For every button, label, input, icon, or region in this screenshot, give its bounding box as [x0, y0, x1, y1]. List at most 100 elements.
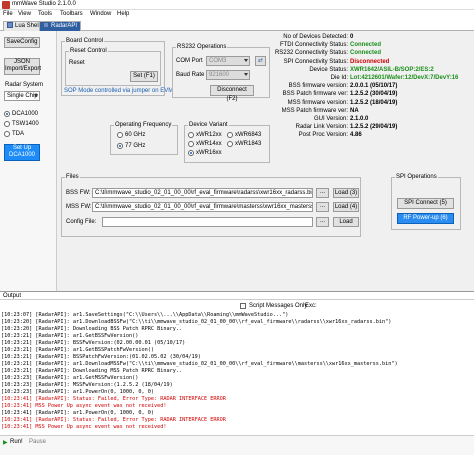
menu-window[interactable]: Window: [90, 11, 111, 17]
mss-fw-label: MSS FW:: [66, 204, 92, 210]
tab-label: RadarAPI: [51, 23, 78, 29]
files-group: Files BSS FW: C:\ti\mmwave_studio_02_01_…: [61, 174, 361, 237]
status-label: BSS firmware version:: [288, 83, 348, 90]
files-title: Files: [65, 174, 80, 180]
chevron-down-icon: [244, 59, 248, 62]
log-text: [RadarAPI]: MSSFwVersion:(1.2.5.2 (18/04…: [35, 382, 173, 388]
spi-operations-group: SPI Operations SPI Connect (5) RF Power-…: [391, 174, 461, 230]
device-radio-tsw1400[interactable]: [4, 121, 10, 127]
bss-browse-button[interactable]: ...: [316, 188, 329, 198]
menu-toolbars[interactable]: Toolbars: [60, 11, 83, 17]
device-label-tsw1400: TSW1400: [12, 121, 39, 127]
variant-radio-xwr6843[interactable]: [227, 132, 233, 138]
spi-connect-button[interactable]: SPI Connect (5): [397, 198, 454, 209]
log-time: [10:23:41]: [1, 417, 33, 423]
log-time: [10:23:20]: [1, 326, 33, 332]
log-time: [10:23:23]: [1, 375, 33, 381]
mss-browse-button[interactable]: ...: [316, 202, 329, 212]
variant-label-xwr16xx: xWR16xx: [196, 150, 222, 156]
log-text: MSS Power Up async event was not receive…: [35, 403, 167, 409]
pause-button[interactable]: Pause: [29, 439, 46, 445]
log-time: [10:23:41]: [1, 424, 33, 430]
status-label: FTDI Connectivity Status:: [279, 42, 348, 49]
config-file-label: Config File:: [66, 219, 97, 225]
log-line: [10:23:07] [RadarAPI]: ar1.SaveSettings(…: [0, 312, 474, 319]
variant-radio-xwr12xx[interactable]: [188, 132, 194, 138]
output-panel: Script Messages Only Exc: [10:23:07] [Ra…: [0, 300, 474, 445]
operating-frequency-group: Operating Frequency 60 GHz 77 GHz: [110, 122, 178, 155]
log-text: [RadarAPI]: Status: Failed, Error Type: …: [35, 396, 226, 402]
output-title: Output: [3, 293, 22, 299]
config-load-button[interactable]: Load: [333, 217, 359, 227]
log-line: [10:23:23] [RadarAPI]: ar1.PowerOn(0, 10…: [0, 389, 474, 396]
status-label: SPI Connectivity Status:: [283, 58, 348, 65]
log-time: [10:23:23]: [1, 389, 33, 395]
log-line: [10:23:21] [RadarAPI]: BSSPatchFwVersion…: [0, 354, 474, 361]
status-label: MSS Patch firmware ver:: [281, 107, 348, 114]
script-messages-checkbox[interactable]: [240, 303, 246, 309]
rs232-group: RS232 Operations COM Port COM3 ⇄ Baud Ra…: [172, 44, 270, 102]
board-control-group: Board Control Reset Control Reset Set (F…: [61, 38, 173, 96]
chevron-down-icon: [34, 94, 38, 97]
log-time: [10:23:23]: [1, 382, 33, 388]
radar-system-select[interactable]: Single Chip: [4, 91, 40, 101]
bss-fw-label: BSS FW:: [66, 190, 91, 196]
save-config-button[interactable]: SaveConfig: [4, 37, 40, 48]
status-value: 4.86: [350, 132, 362, 139]
log-line: [10:23:21] [RadarAPI]: Downloading MSS P…: [0, 368, 474, 375]
reset-control-title: Reset Control: [69, 48, 108, 54]
status-label: MSS firmware version:: [287, 99, 348, 106]
tab-radar-api[interactable]: RadarAPI: [39, 21, 82, 31]
log-text: [RadarAPI]: ar1.GetBSSFwVersion(): [35, 333, 139, 339]
setup-dca1000-button[interactable]: Set Up DCA1000: [4, 144, 40, 161]
log-line: [10:23:21] [RadarAPI]: ar1.GetBSSFwVersi…: [0, 333, 474, 340]
log-text: [RadarAPI]: ar1.GetBSSPatchFwVersion(): [35, 347, 155, 353]
log-text: [RadarAPI]: ar1.SaveSettings("C:\\Users\…: [35, 312, 289, 318]
rs232-title: RS232 Operations: [176, 44, 228, 50]
window-title: mmWave Studio 2.1.0.0: [12, 1, 76, 7]
status-value: 2.1.0.0: [350, 116, 369, 122]
status-value: 2.0.0.1 (05/10/17): [350, 83, 398, 90]
frequency-radio-77ghz[interactable]: [117, 143, 123, 149]
com-port-select[interactable]: COM3: [206, 56, 250, 66]
frequency-radio-60ghz[interactable]: [117, 132, 123, 138]
log-text: [RadarAPI]: ar1.DownloadMSSFw("C:\\ti\\m…: [35, 361, 398, 367]
json-import-export-button[interactable]: JSON Import/Export: [4, 58, 41, 75]
mss-fw-path-field[interactable]: C:\ti\mmwave_studio_02_01_00_00\rf_eval_…: [92, 202, 313, 212]
rf-power-up-button[interactable]: RF Power-up (6): [397, 213, 454, 224]
disconnect-button[interactable]: Disconnect (F2): [210, 85, 254, 102]
status-value: 1.2.5.2 (18/04/19): [350, 99, 398, 106]
baud-rate-label: Baud Rate: [176, 72, 205, 78]
status-value: NA: [350, 107, 359, 114]
menu-help[interactable]: Help: [117, 11, 129, 17]
tab-label: Lua Shell: [15, 23, 41, 29]
device-variant-title: Device Variant: [188, 122, 229, 128]
set-button[interactable]: Set (F1): [130, 71, 158, 82]
log-time: [10:23:07]: [1, 312, 33, 318]
device-label-tda: TDA: [12, 131, 24, 137]
menu-view[interactable]: View: [18, 11, 31, 17]
log-text: [RadarAPI]: ar1.PowerOn(0, 1000, 0, 0): [35, 410, 155, 416]
status-value: Connected: [350, 42, 382, 49]
menu-file[interactable]: File: [3, 11, 13, 17]
exec-label: Exc:: [305, 303, 317, 309]
tab-lua-shell[interactable]: Lua Shell: [3, 21, 45, 31]
menu-tools[interactable]: Tools: [38, 11, 52, 17]
device-radio-dca1000[interactable]: [4, 111, 10, 117]
run-button[interactable]: Run!: [10, 439, 23, 445]
mss-load-button[interactable]: Load (4): [333, 202, 359, 212]
log-time: [10:23:21]: [1, 347, 33, 353]
refresh-com-button[interactable]: ⇄: [255, 56, 266, 66]
device-radio-tda[interactable]: [4, 131, 10, 137]
status-label: Radar Link Version:: [295, 124, 348, 131]
log-text: [RadarAPI]: Downloading MSS Patch RPRC B…: [35, 368, 183, 374]
status-label: Die Id:: [330, 75, 348, 81]
config-file-path-field[interactable]: [102, 217, 313, 227]
config-browse-button[interactable]: ...: [316, 217, 329, 227]
baud-rate-select[interactable]: 921600: [206, 70, 250, 80]
bss-load-button[interactable]: Load (3): [333, 188, 359, 198]
bss-fw-path-field[interactable]: C:\ti\mmwave_studio_02_01_00_00\rf_eval_…: [92, 188, 313, 198]
variant-radio-xwr14xx[interactable]: [188, 141, 194, 147]
variant-radio-xwr1843[interactable]: [227, 141, 233, 147]
variant-radio-xwr16xx[interactable]: [188, 150, 194, 156]
